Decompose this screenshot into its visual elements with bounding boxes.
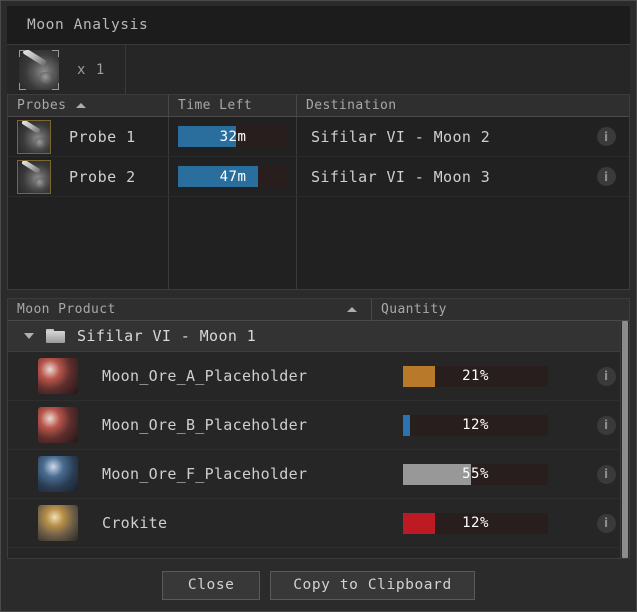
column-header-destination-label: Destination — [306, 97, 397, 113]
column-header-moon-product-label: Moon Product — [17, 301, 116, 317]
probe-info-slot: i — [583, 117, 629, 156]
close-button[interactable]: Close — [162, 570, 261, 600]
quantity-label: 21% — [462, 368, 489, 384]
quantity-bar: 12% — [403, 512, 548, 534]
probe-destination-cell: Sifilar VI - Moon 3 — [297, 157, 583, 196]
probe-name: Probe 1 — [69, 127, 136, 146]
info-icon[interactable]: i — [596, 464, 616, 484]
ore-name: Moon_Ore_F_Placeholder — [102, 465, 308, 483]
column-header-destination[interactable]: Destination — [297, 95, 629, 117]
time-left-bar: 47m — [178, 166, 288, 187]
table-row[interactable]: Moon_Ore_A_Placeholder 21% i — [8, 352, 629, 401]
info-icon[interactable]: i — [596, 366, 616, 386]
product-group-label: Sifilar VI - Moon 1 — [77, 327, 257, 345]
time-left-label: 47m — [219, 168, 247, 185]
quantity-label: 55% — [462, 466, 489, 482]
ore-blue-icon — [38, 456, 78, 492]
ore-red-icon — [38, 407, 78, 443]
column-header-time-left-label: Time Left — [178, 97, 253, 113]
moon-product-list: Sifilar VI - Moon 1 Moon_Ore_A_Placehold… — [8, 321, 629, 558]
chevron-down-icon[interactable] — [24, 333, 34, 339]
table-row[interactable]: Moon_Ore_F_Placeholder 55% i — [8, 450, 629, 499]
item-strip-divider — [125, 44, 127, 95]
sort-ascending-icon — [347, 307, 357, 312]
ore-name: Moon_Ore_A_Placeholder — [102, 367, 308, 385]
moon-product-panel: Moon Product Quantity Sifilar VI - Moon … — [7, 298, 630, 559]
info-icon[interactable]: i — [596, 167, 616, 186]
moon-probe-icon[interactable] — [19, 49, 59, 90]
probes-column-header: Probes Time Left Destination — [8, 94, 629, 117]
probe-time-left-cell: 47m — [169, 157, 297, 196]
table-row[interactable]: Probe 2 47m Sifilar VI - Moon 3 i — [8, 157, 629, 197]
info-icon[interactable]: i — [596, 415, 616, 435]
quantity-label: 12% — [462, 417, 489, 433]
column-header-probes-label: Probes — [17, 97, 67, 113]
moon-probe-glyph — [18, 120, 50, 153]
sort-ascending-icon — [76, 103, 87, 108]
moon-probe-icon — [17, 159, 51, 194]
quantity-bar: 21% — [403, 365, 548, 387]
ore-name: Crokite — [102, 514, 168, 532]
product-group-row[interactable]: Sifilar VI - Moon 1 — [8, 321, 629, 352]
ore-quantity-cell: 12% — [403, 414, 583, 436]
folder-icon — [46, 329, 65, 343]
probe-info-slot: i — [583, 157, 629, 196]
ore-name: Moon_Ore_B_Placeholder — [102, 416, 308, 434]
moon-probe-glyph — [19, 49, 59, 90]
product-list-scrollbar[interactable] — [620, 321, 629, 558]
item-quantity-label: x 1 — [77, 61, 106, 78]
info-icon[interactable]: i — [596, 513, 616, 533]
probe-name: Probe 2 — [69, 167, 136, 186]
scrollbar-thumb[interactable] — [622, 321, 628, 558]
probe-time-left-cell: 32m — [169, 117, 297, 156]
table-row[interactable]: Crokite 12% i — [8, 499, 629, 548]
quantity-bar: 55% — [403, 463, 548, 485]
column-header-probes[interactable]: Probes — [8, 94, 169, 117]
probe-destination-cell: Sifilar VI - Moon 2 — [297, 117, 583, 156]
quantity-bar: 12% — [403, 414, 548, 436]
window-footer: Close Copy to Clipboard — [1, 559, 636, 611]
product-column-header: Moon Product Quantity — [8, 299, 629, 321]
copy-to-clipboard-button[interactable]: Copy to Clipboard — [270, 570, 475, 600]
destination-label: Sifilar VI - Moon 3 — [311, 167, 491, 186]
quantity-label: 12% — [462, 515, 489, 531]
probe-name-cell: Probe 1 — [8, 117, 169, 156]
ore-red-icon — [38, 358, 78, 394]
table-row[interactable]: Probe 1 32m Sifilar VI - Moon 2 i — [8, 117, 629, 157]
destination-label: Sifilar VI - Moon 2 — [311, 127, 491, 146]
probes-list: Probe 1 32m Sifilar VI - Moon 2 i Probe … — [8, 117, 629, 289]
column-header-quantity-label: Quantity — [381, 301, 447, 317]
column-header-moon-product[interactable]: Moon Product — [8, 299, 372, 321]
time-left-label: 32m — [219, 128, 247, 145]
window-titlebar: Moon Analysis — [7, 6, 630, 45]
column-header-quantity[interactable]: Quantity — [372, 299, 629, 321]
ore-quantity-cell: 12% — [403, 512, 583, 534]
probe-name-cell: Probe 2 — [8, 157, 169, 196]
ore-quantity-cell: 55% — [403, 463, 583, 485]
column-header-time-left[interactable]: Time Left — [169, 94, 297, 117]
moon-probe-icon — [17, 119, 51, 154]
time-left-bar: 32m — [178, 126, 288, 147]
probes-panel: Probes Time Left Destination Probe 1 32m… — [7, 94, 630, 290]
info-icon[interactable]: i — [596, 127, 616, 146]
window-title: Moon Analysis — [27, 17, 149, 33]
moon-analysis-window: Moon Analysis x 1 Probes Time Left Desti… — [0, 0, 637, 612]
table-row[interactable]: Moon_Ore_B_Placeholder 12% i — [8, 401, 629, 450]
analyzed-item-strip: x 1 — [7, 44, 630, 95]
ore-gold-icon — [38, 505, 78, 541]
moon-probe-glyph — [18, 160, 50, 193]
ore-quantity-cell: 21% — [403, 365, 583, 387]
